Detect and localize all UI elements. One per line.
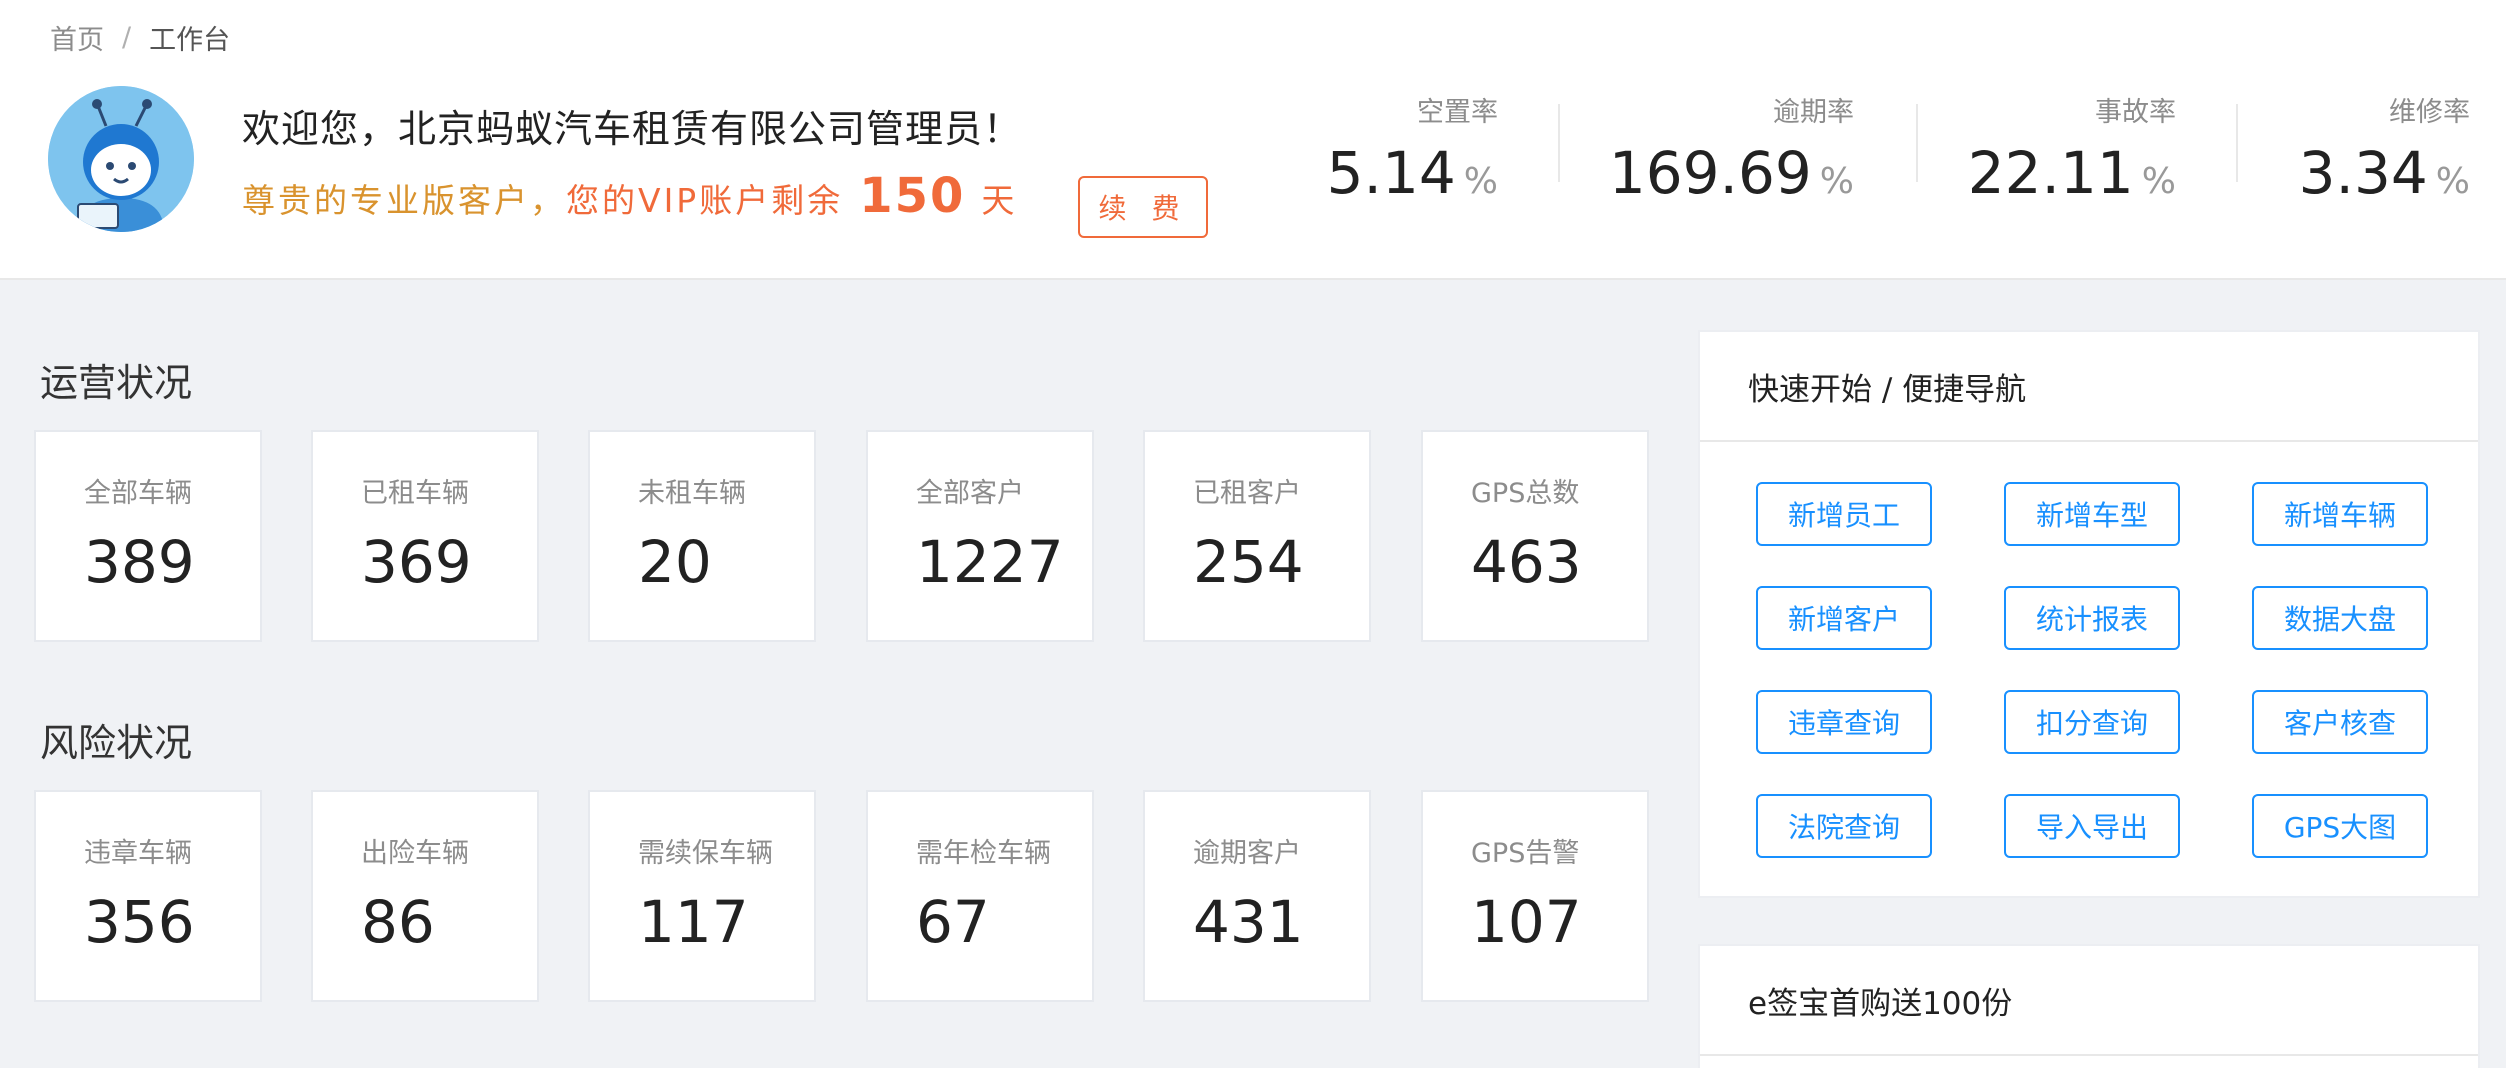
stat-card-annual-inspection-vehicles[interactable]: 需年检车辆 67: [866, 790, 1094, 1002]
stat-card-gps-alerts[interactable]: GPS告警 107: [1421, 790, 1649, 1002]
stat-value: 20: [638, 528, 712, 596]
rate-value: 3.34: [2298, 139, 2428, 207]
stat-label: GPS总数: [1471, 478, 1580, 509]
stat-card-overdue-customers[interactable]: 逾期客户 431: [1143, 790, 1371, 1002]
rate-label: 空置率: [1417, 97, 1498, 128]
violation-query-button[interactable]: 违章查询: [1756, 690, 1932, 754]
vip-remaining-text: 您的VIP账户剩余: [566, 181, 844, 220]
rate-label: 事故率: [2095, 97, 2176, 128]
breadcrumb-current: 工作台: [149, 25, 231, 56]
stat-value: 1227: [916, 528, 1064, 596]
rate-unit: %: [2435, 161, 2470, 202]
vip-days-unit: 天: [981, 181, 1018, 220]
stat-label: GPS告警: [1471, 838, 1580, 869]
stat-card-all-vehicles[interactable]: 全部车辆 389: [34, 430, 262, 642]
rate-unit: %: [1463, 161, 1498, 202]
stat-value: 356: [84, 888, 195, 956]
operations-section-title: 运营状况: [40, 361, 193, 405]
stat-card-accident-vehicles[interactable]: 出险车辆 86: [311, 790, 539, 1002]
import-export-button[interactable]: 导入导出: [2004, 794, 2180, 858]
stat-value: 431: [1193, 888, 1304, 956]
stat-card-rented-customers[interactable]: 已租客户 254: [1143, 430, 1371, 642]
add-vehicle-button[interactable]: 新增车辆: [2252, 482, 2428, 546]
renew-button[interactable]: 续 费: [1078, 176, 1208, 238]
stat-value: 117: [638, 888, 749, 956]
rate-value-row: 169.69%: [1590, 139, 1854, 207]
customer-verification-button[interactable]: 客户核查: [2252, 690, 2428, 754]
quick-nav-panel: 快速开始 / 便捷导航 新增员工 新增车型 新增车辆 新增客户 统计报表 数据大…: [1698, 330, 2480, 898]
add-customer-button[interactable]: 新增客户: [1756, 586, 1932, 650]
stat-label: 逾期客户: [1193, 838, 1301, 869]
rate-value: 5.14: [1326, 139, 1456, 207]
breadcrumb: 首页 / 工作台: [50, 18, 230, 57]
rate-value: 22.11: [1967, 139, 2134, 207]
rate-overdue: 逾期率 169.69%: [1590, 90, 1854, 210]
stat-card-violation-vehicles[interactable]: 违章车辆 356: [34, 790, 262, 1002]
ant-mascot-icon: [48, 86, 194, 232]
stat-card-insurance-renewal-vehicles[interactable]: 需续保车辆 117: [588, 790, 816, 1002]
rate-label: 逾期率: [1773, 97, 1854, 128]
stat-label: 出险车辆: [361, 838, 469, 869]
stat-value: 107: [1471, 888, 1582, 956]
stat-label: 未租车辆: [638, 478, 746, 509]
rate-value-row: 5.14%: [1280, 139, 1498, 207]
rate-unit: %: [1819, 161, 1854, 202]
stat-value: 254: [1193, 528, 1304, 596]
breadcrumb-separator: /: [122, 22, 132, 53]
promo-title[interactable]: e签宝首购送100份: [1700, 946, 2478, 1056]
stat-value: 86: [361, 888, 435, 956]
vip-remaining-notice: 尊贵的专业版客户， 您的VIP账户剩余 150 天: [242, 168, 1017, 224]
rate-value-row: 22.11%: [1950, 139, 2176, 207]
workbench-header: 首页 / 工作台 欢迎您，北京蚂蚁汽车租赁有限公司管理员！ 尊贵的专业版客户， …: [0, 0, 2506, 280]
stat-label: 违章车辆: [84, 838, 192, 869]
stat-card-unrented-vehicles[interactable]: 未租车辆 20: [588, 430, 816, 642]
stat-card-gps-total[interactable]: GPS总数 463: [1421, 430, 1649, 642]
rate-unit: %: [2141, 161, 2176, 202]
statistics-report-button[interactable]: 统计报表: [2004, 586, 2180, 650]
points-query-button[interactable]: 扣分查询: [2004, 690, 2180, 754]
welcome-title: 欢迎您，北京蚂蚁汽车租赁有限公司管理员！: [242, 107, 1023, 151]
data-dashboard-button[interactable]: 数据大盘: [2252, 586, 2428, 650]
stat-value: 67: [916, 888, 990, 956]
rate-vacancy: 空置率 5.14%: [1280, 90, 1498, 210]
rate-label: 维修率: [2389, 97, 2470, 128]
stat-label: 需续保车辆: [638, 838, 773, 869]
avatar: [48, 86, 194, 232]
add-employee-button[interactable]: 新增员工: [1756, 482, 1932, 546]
rate-value-row: 3.34%: [2270, 139, 2470, 207]
stat-label: 全部车辆: [84, 478, 192, 509]
stat-label: 全部客户: [916, 478, 1024, 509]
promo-panel: e签宝首购送100份: [1698, 944, 2480, 1068]
vip-customer-text: 尊贵的专业版客户，: [242, 181, 566, 220]
rate-divider: [2236, 104, 2238, 182]
risk-section-title: 风险状况: [40, 721, 193, 765]
rate-divider: [1558, 104, 1560, 182]
stat-label: 已租客户: [1193, 478, 1301, 509]
stat-value: 369: [361, 528, 472, 596]
rate-divider: [1916, 104, 1918, 182]
quick-nav-title: 快速开始 / 便捷导航: [1700, 332, 2478, 442]
court-query-button[interactable]: 法院查询: [1756, 794, 1932, 858]
stat-label: 需年检车辆: [916, 838, 1051, 869]
breadcrumb-home-link[interactable]: 首页: [50, 18, 104, 57]
stat-card-all-customers[interactable]: 全部客户 1227: [866, 430, 1094, 642]
stat-value: 389: [84, 528, 195, 596]
stat-label: 已租车辆: [361, 478, 469, 509]
stat-value: 463: [1471, 528, 1582, 596]
rate-accident: 事故率 22.11%: [1950, 90, 2176, 210]
stat-card-rented-vehicles[interactable]: 已租车辆 369: [311, 430, 539, 642]
rate-repair: 维修率 3.34%: [2270, 90, 2470, 210]
rate-value: 169.69: [1608, 139, 1812, 207]
add-vehicle-model-button[interactable]: 新增车型: [2004, 482, 2180, 546]
gps-map-button[interactable]: GPS大图: [2252, 794, 2428, 858]
vip-days-count: 150: [859, 168, 966, 224]
